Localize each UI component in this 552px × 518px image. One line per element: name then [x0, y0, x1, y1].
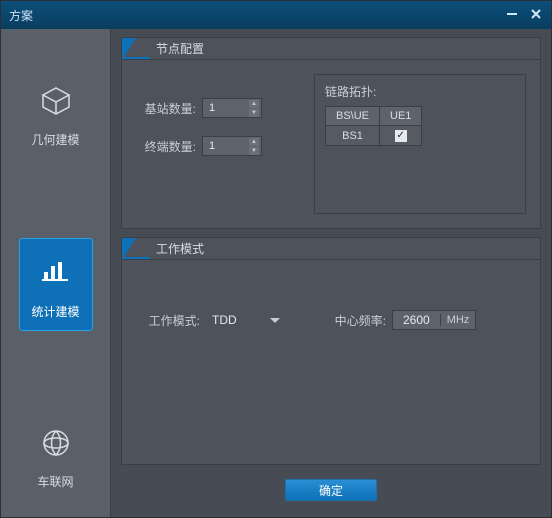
section-work-mode: 工作模式 工作模式: TDD 中心频率: 2600 [121, 237, 541, 465]
window-title: 方案 [9, 7, 33, 24]
section-node-config: 节点配置 基站数量: 1 ▲▼ 终端数量: [121, 37, 541, 229]
bs-count-field: 基站数量: 1 ▲▼ [136, 98, 296, 118]
center-freq-value: 2600 [393, 313, 440, 327]
center-freq-label: 中心频率: [326, 312, 386, 329]
spin-down-icon[interactable]: ▼ [249, 147, 259, 155]
link-topology-label: 链路拓扑: [325, 83, 515, 100]
app-window: 方案 几何建模 [0, 0, 552, 518]
bs-count-spinner[interactable]: 1 ▲▼ [202, 98, 262, 118]
ue-count-spinner[interactable]: 1 ▲▼ [202, 136, 262, 156]
ue-count-field: 终端数量: 1 ▲▼ [136, 136, 296, 156]
link-topology-panel: 链路拓扑: BS\UE UE1 BS1 ✓ [314, 74, 526, 214]
spin-up-icon[interactable]: ▲ [249, 138, 259, 146]
spin-down-icon[interactable]: ▼ [249, 109, 259, 117]
link-topology-table: BS\UE UE1 BS1 ✓ [325, 106, 422, 146]
section-title: 节点配置 [156, 40, 204, 57]
chevron-down-icon [270, 318, 280, 323]
spin-up-icon[interactable]: ▲ [249, 100, 259, 108]
table-row-header: BS1 [326, 126, 380, 146]
center-freq-input[interactable]: 2600 MHz [392, 310, 476, 330]
titlebar: 方案 [1, 1, 551, 29]
cube-icon [34, 79, 78, 123]
center-freq-field: 中心频率: 2600 MHz [326, 310, 476, 330]
sidebar-item-v2x[interactable]: 车联网 [18, 421, 94, 490]
footer: 确定 [121, 473, 541, 507]
work-mode-field: 工作模式: TDD [140, 310, 286, 330]
bs-count-value: 1 [209, 102, 215, 114]
section-header: 节点配置 [122, 38, 540, 60]
sidebar-item-label: 统计建模 [31, 303, 79, 320]
sidebar-item-geometry[interactable]: 几何建模 [18, 79, 94, 148]
minimize-button[interactable] [505, 7, 519, 24]
main-panel: 节点配置 基站数量: 1 ▲▼ 终端数量: [111, 29, 551, 517]
table-corner-cell: BS\UE [326, 107, 380, 126]
ok-button[interactable]: 确定 [285, 479, 377, 501]
section-title: 工作模式 [156, 240, 204, 257]
sidebar-item-label: 车联网 [37, 473, 73, 490]
close-button[interactable] [529, 7, 543, 24]
window-controls [505, 7, 543, 24]
work-mode-label: 工作模式: [140, 312, 200, 329]
work-mode-value: TDD [212, 313, 237, 327]
sidebar-item-statistics[interactable]: 统计建模 [19, 238, 93, 331]
section-header: 工作模式 [122, 238, 540, 260]
sidebar: 几何建模 统计建模 [1, 29, 111, 517]
ue-count-value: 1 [209, 140, 215, 152]
work-mode-dropdown[interactable]: TDD [206, 310, 286, 330]
bs-count-label: 基站数量: [136, 100, 196, 117]
vehicle-network-icon [34, 421, 78, 465]
sidebar-item-label: 几何建模 [31, 131, 79, 148]
table-col-header: UE1 [380, 107, 422, 126]
link-checkbox[interactable]: ✓ [395, 130, 407, 142]
bar-chart-icon [34, 249, 78, 293]
center-freq-unit: MHz [440, 314, 476, 326]
ue-count-label: 终端数量: [136, 138, 196, 155]
